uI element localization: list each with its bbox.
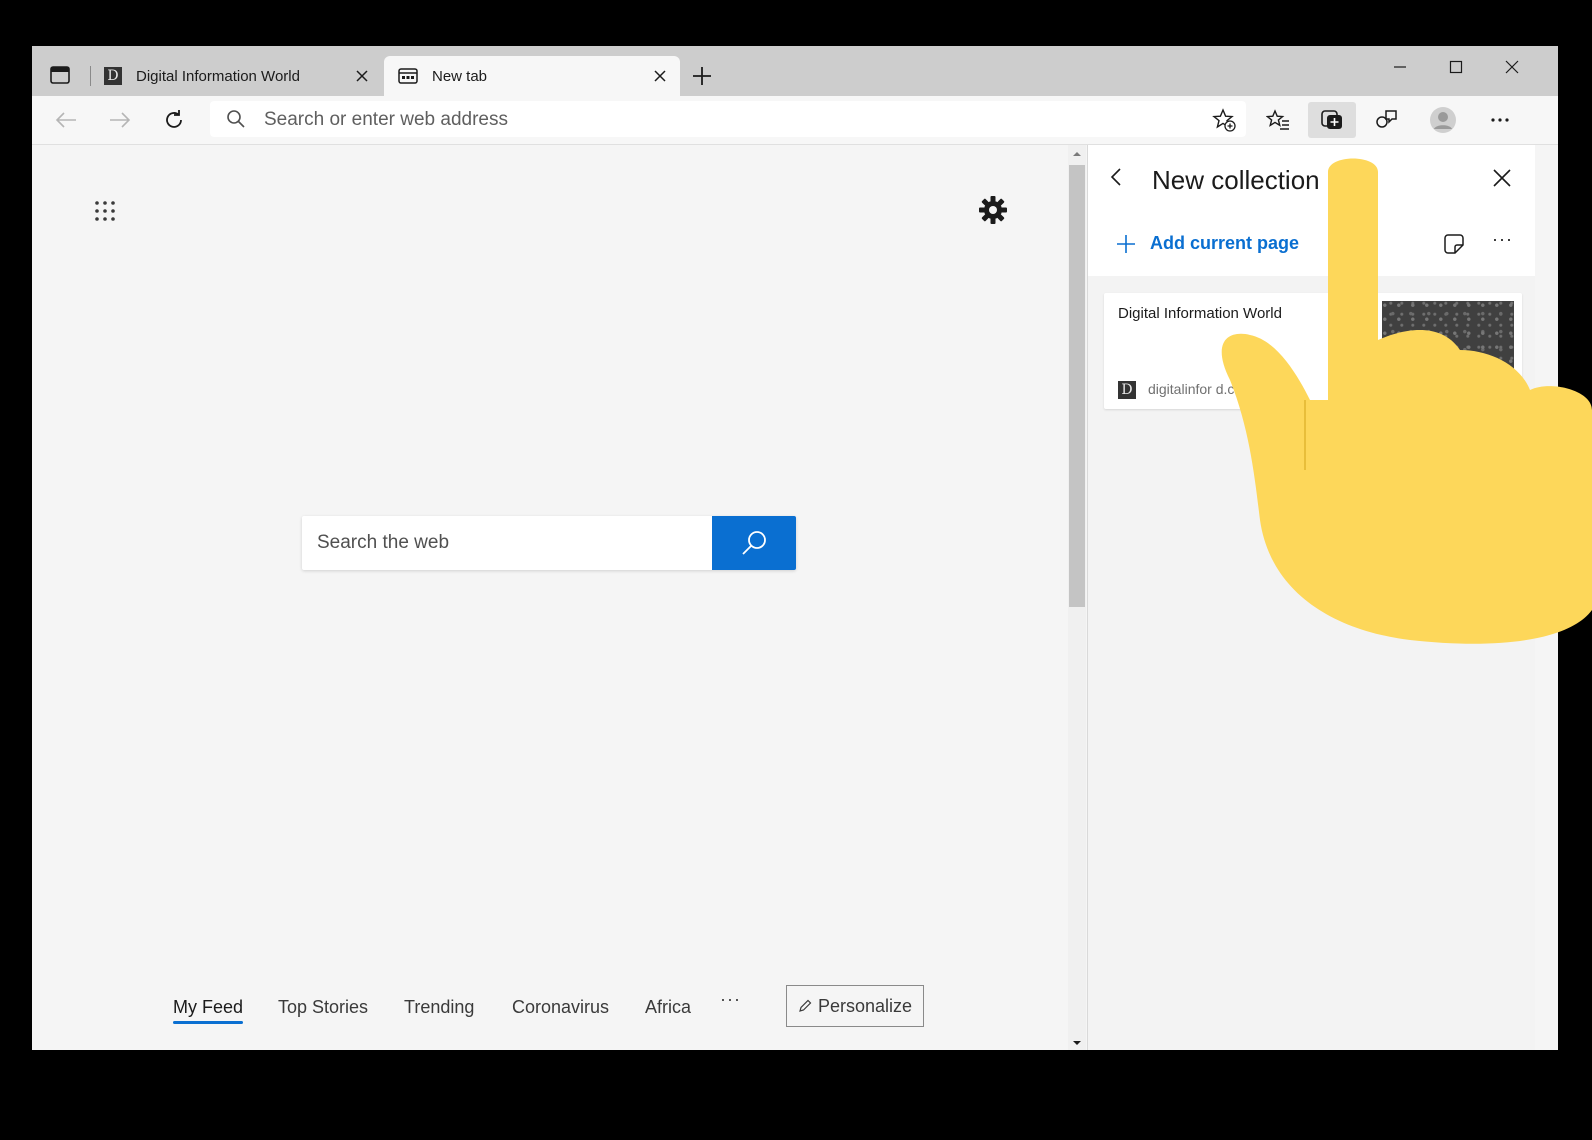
tab-label: New tab (432, 67, 488, 85)
new-tab-page: Search the web My Feed Top Stories Trend… (32, 145, 1068, 1050)
address-placeholder: Search or enter web address (264, 109, 508, 130)
new-tab-page-icon (398, 68, 418, 84)
more-icon (1491, 118, 1509, 122)
maximize-icon (1449, 60, 1463, 74)
scroll-down-icon[interactable] (1072, 1038, 1082, 1048)
add-favorite-icon (1212, 108, 1236, 132)
close-icon (356, 70, 368, 82)
tab-digital-information-world[interactable]: D Digital Information World (92, 56, 382, 96)
app-launcher-button[interactable] (94, 200, 116, 227)
plus-icon (693, 67, 711, 85)
feed-tab-africa[interactable]: Africa (645, 997, 691, 1018)
tab-close-button[interactable] (650, 66, 670, 86)
tab-actions-icon (50, 66, 70, 84)
tab-close-button[interactable] (352, 66, 372, 86)
web-search-placeholder: Search the web (317, 532, 450, 553)
apps-grid-icon (95, 201, 115, 221)
collections-back-button[interactable] (1110, 167, 1130, 191)
web-search-button[interactable] (712, 516, 796, 570)
settings-and-more-button[interactable] (1484, 104, 1516, 136)
note-icon (1444, 234, 1464, 254)
profile-icon (1430, 107, 1456, 133)
tab-separator (90, 66, 91, 86)
feed-tab-trending[interactable]: Trending (404, 997, 474, 1018)
scrollbar-thumb[interactable] (1069, 165, 1085, 607)
page-scrollbar[interactable] (1068, 145, 1086, 1050)
plus-icon (1117, 234, 1135, 253)
favorites-icon (1266, 109, 1289, 130)
back-arrow-icon (55, 112, 76, 128)
close-window-button[interactable] (1500, 56, 1524, 78)
site-favicon: D (104, 67, 122, 85)
collections-pane-header: New collection Add current page ··· (1088, 145, 1535, 276)
pencil-icon (799, 999, 812, 1012)
maximize-button[interactable] (1444, 56, 1468, 78)
feed-tab-coronavirus[interactable]: Coronavirus (512, 997, 609, 1018)
minimize-button[interactable] (1388, 56, 1412, 78)
page-settings-button[interactable] (978, 195, 1008, 230)
collections-pane: New collection Add current page ··· Digi… (1087, 145, 1535, 1050)
close-icon (654, 70, 666, 82)
collections-button[interactable] (1308, 102, 1356, 138)
forward-arrow-icon (110, 112, 131, 128)
close-icon (1493, 169, 1511, 187)
personalize-label: Personalize (817, 995, 913, 1016)
refresh-button[interactable] (158, 104, 190, 136)
add-current-page-label: Add current page (1150, 233, 1300, 253)
new-tab-button[interactable] (690, 64, 714, 88)
feed-tab-my-feed[interactable]: My Feed (173, 997, 244, 1024)
tab-new-tab[interactable]: New tab (384, 56, 680, 96)
close-icon (1505, 60, 1519, 74)
tab-actions-button[interactable] (50, 66, 70, 84)
tab-strip: D Digital Information World New tab (32, 46, 1558, 96)
back-button[interactable] (50, 104, 82, 136)
collection-item-url: digitalinfor d.c (1148, 381, 1235, 397)
feed-navigation: My Feed Top Stories Trending Coronavirus… (32, 985, 1068, 1045)
feedback-button[interactable] (1370, 104, 1402, 136)
collection-item-title: Digital Information World (1118, 305, 1282, 322)
add-current-page-button[interactable]: Add current page (1116, 233, 1299, 254)
forward-button[interactable] (104, 104, 136, 136)
profile-button[interactable] (1427, 104, 1459, 136)
site-favicon: D (1118, 381, 1136, 399)
favorites-button[interactable] (1262, 104, 1294, 136)
chevron-left-icon (1110, 168, 1121, 186)
feed-more-button[interactable]: ··· (720, 989, 741, 1010)
scroll-up-icon[interactable] (1072, 149, 1082, 159)
search-icon (227, 110, 245, 128)
collection-item-thumbnail (1382, 301, 1514, 401)
collection-item-card[interactable]: Digital Information World D digitalinfor… (1104, 293, 1522, 409)
navigation-toolbar: Search or enter web address (32, 96, 1558, 145)
web-search-box[interactable]: Search the web (302, 516, 796, 570)
refresh-icon (166, 110, 182, 128)
address-bar[interactable]: Search or enter web address (210, 101, 1246, 137)
feed-tab-top-stories[interactable]: Top Stories (278, 997, 368, 1018)
personalize-button[interactable]: Personalize (786, 985, 924, 1027)
browser-window: D Digital Information World New tab Sear… (32, 46, 1558, 1050)
minimize-icon (1394, 66, 1406, 68)
add-note-button[interactable] (1443, 233, 1465, 260)
collections-close-button[interactable] (1493, 169, 1513, 189)
feedback-icon (1376, 110, 1397, 128)
tab-label: Digital Information World (136, 67, 300, 85)
collections-icon (1321, 110, 1342, 129)
search-icon (742, 531, 766, 555)
collection-title[interactable]: New collection (1152, 165, 1320, 196)
gear-icon (979, 196, 1007, 224)
add-favorite-button[interactable] (1212, 108, 1236, 137)
collection-more-button[interactable]: ··· (1492, 229, 1513, 250)
